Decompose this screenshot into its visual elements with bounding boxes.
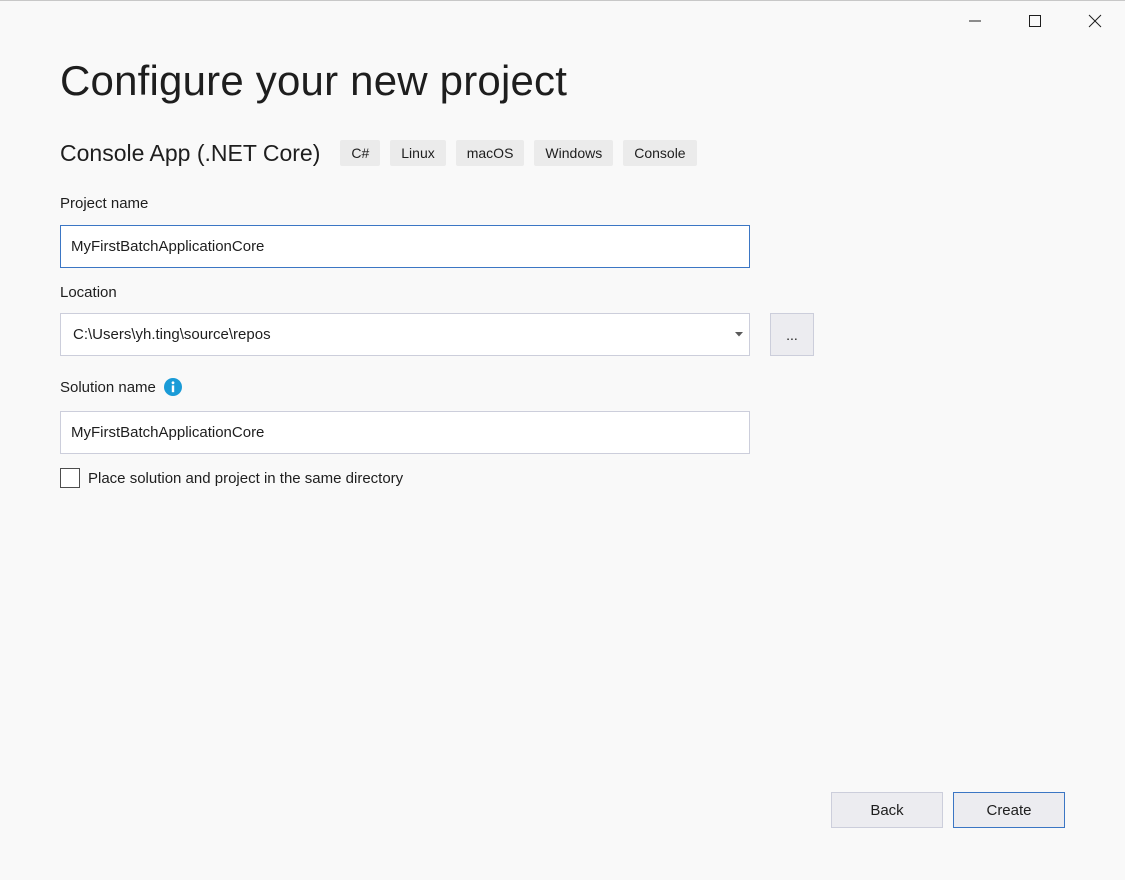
project-name-input[interactable] (60, 225, 750, 268)
back-button[interactable]: Back (831, 792, 943, 828)
project-name-label: Project name (60, 195, 149, 212)
create-button[interactable]: Create (953, 792, 1065, 828)
location-combobox[interactable]: C:\Users\yh.ting\source\repos (60, 313, 750, 356)
dropdown-arrow-icon[interactable] (729, 314, 749, 355)
location-label: Location (60, 284, 117, 301)
info-icon[interactable] (163, 378, 182, 396)
tag-language: C# (340, 140, 381, 166)
solution-name-input[interactable] (60, 411, 750, 454)
configure-project-window: Configure your new project Console App (… (0, 0, 1125, 880)
same-directory-checkbox[interactable] (60, 468, 80, 488)
page-title: Configure your new project (60, 57, 568, 104)
maximize-icon (1029, 15, 1041, 27)
minimize-button[interactable] (945, 1, 1005, 41)
tag-platform-macos: macOS (455, 140, 525, 166)
tag-project-type: Console (623, 140, 697, 166)
tag-platform-windows: Windows (534, 140, 614, 166)
maximize-button[interactable] (1005, 1, 1065, 41)
tag-platform-linux: Linux (390, 140, 446, 166)
solution-name-label-row: Solution name (60, 378, 182, 396)
minimize-icon (969, 20, 981, 22)
template-name: Console App (.NET Core) (60, 139, 321, 166)
solution-name-label: Solution name (60, 378, 156, 396)
template-summary: Console App (.NET Core) C# Linux macOS W… (60, 139, 707, 167)
location-value: C:\Users\yh.ting\source\repos (73, 326, 271, 343)
browse-location-button[interactable]: ... (770, 313, 814, 356)
same-directory-option[interactable]: Place solution and project in the same d… (60, 468, 403, 488)
same-directory-label: Place solution and project in the same d… (88, 469, 404, 487)
close-icon (1088, 14, 1102, 28)
close-button[interactable] (1065, 1, 1125, 41)
window-controls (945, 1, 1125, 41)
